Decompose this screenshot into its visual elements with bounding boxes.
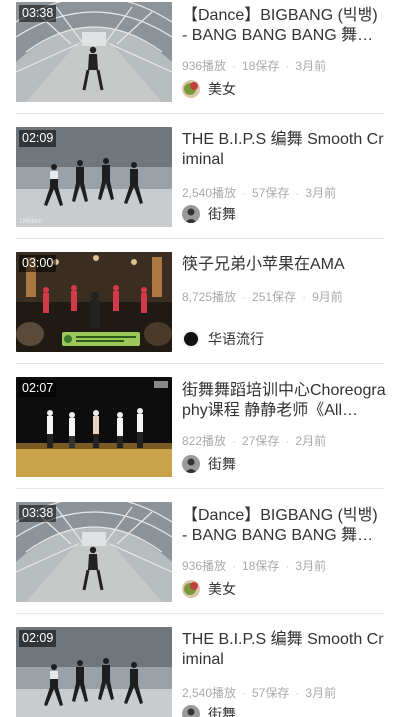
channel-name: 华语流行 [208,331,264,347]
channel-avatar [182,580,200,598]
channel-avatar [182,80,200,98]
separator-dot: · [232,434,237,448]
separator-dot: · [242,290,247,304]
duration-badge: 03:38 [19,505,57,522]
divider [16,238,384,239]
channel-link[interactable]: 街舞 [182,704,236,717]
svg-text:1Million: 1Million [19,218,42,225]
channel-avatar [182,705,200,717]
video-stats: 8,725播放 · 251保存 · 9月前 [182,288,343,305]
channel-link[interactable]: 街舞 [182,204,236,224]
video-thumbnail[interactable]: 02:07 [16,377,172,477]
channel-name: 街舞 [208,456,236,472]
video-stats: 822播放 · 27保存 · 2月前 [182,432,326,449]
duration-badge: 02:09 [19,630,57,647]
separator-dot: · [285,59,290,73]
video-stats: 936播放 · 18保存 · 3月前 [182,557,326,574]
duration-badge: 02:07 [19,380,57,397]
save-count: 57保存 [252,686,290,700]
view-count: 2,540播放 [182,186,237,200]
video-item[interactable]: 03:38 【Dance】BIGBANG (빅뱅) - BANG BANG BA… [0,0,400,125]
channel-link[interactable]: 美女 [182,579,236,599]
channel-link[interactable]: 街舞 [182,454,236,474]
channel-name: 美女 [208,81,236,97]
video-thumbnail[interactable]: 03:38 [16,2,172,102]
upload-age: 9月前 [312,290,343,304]
video-thumbnail[interactable]: 03:00 [16,252,172,352]
upload-age: 3月前 [305,186,337,200]
channel-avatar [182,205,200,223]
view-count: 936播放 [182,559,227,573]
separator-dot: · [232,59,237,73]
save-count: 18保存 [242,59,280,73]
video-item[interactable]: 02:09 THE B.I.P.S 编舞 Smooth Criminal 2,5… [0,625,400,717]
video-title[interactable]: 街舞舞蹈培训中心Choreography课程 静静老师《All… [182,381,387,421]
view-count: 822播放 [182,434,227,448]
divider [16,113,384,114]
separator-dot: · [285,559,290,573]
channel-link[interactable]: 华语流行 [182,329,264,349]
video-stats: 2,540播放 · 57保存 · 3月前 [182,184,336,201]
divider [16,488,384,489]
video-title[interactable]: 【Dance】BIGBANG (빅뱅) - BANG BANG BANG 舞… [182,6,387,46]
divider [16,363,384,364]
separator-dot: · [295,186,300,200]
channel-name: 街舞 [208,706,236,717]
duration-badge: 03:00 [19,255,57,272]
divider [16,613,384,614]
view-count: 8,725播放 [182,290,237,304]
upload-age: 3月前 [295,559,327,573]
video-item[interactable]: 03:38 【Dance】BIGBANG (빅뱅) - BANG BANG BA… [0,500,400,625]
video-item[interactable]: 03:00 筷子兄弟小苹果在AMA 8,725播放 · 251保存 · 9月前 华语流行 [0,250,400,375]
video-title[interactable]: THE B.I.P.S 编舞 Smooth Criminal [182,630,387,670]
channel-name: 美女 [208,581,236,597]
channel-name: 街舞 [208,206,236,222]
separator-dot: · [232,559,237,573]
upload-age: 2月前 [295,434,327,448]
separator-dot: · [302,290,307,304]
video-item[interactable]: 1Million 02:09 THE B.I.P.S 编舞 Smooth Cri… [0,125,400,250]
video-title[interactable]: 筷子兄弟小苹果在AMA [182,255,387,275]
video-item[interactable]: 02:07 街舞舞蹈培训中心Choreography课程 静静老师《All… 8… [0,375,400,500]
duration-badge: 03:38 [19,5,57,22]
channel-link[interactable]: 美女 [182,79,236,99]
separator-dot: · [242,686,247,700]
separator-dot: · [285,434,290,448]
channel-avatar [182,330,200,348]
view-count: 936播放 [182,59,227,73]
upload-age: 3月前 [295,59,327,73]
separator-dot: · [295,686,300,700]
video-title[interactable]: 【Dance】BIGBANG (빅뱅) - BANG BANG BANG 舞… [182,506,387,546]
save-count: 27保存 [242,434,280,448]
save-count: 18保存 [242,559,280,573]
video-thumbnail[interactable]: 02:09 [16,627,172,717]
save-count: 57保存 [252,186,290,200]
video-title[interactable]: THE B.I.P.S 编舞 Smooth Criminal [182,130,387,170]
duration-badge: 02:09 [19,130,57,147]
save-count: 251保存 [252,290,297,304]
channel-avatar [182,455,200,473]
view-count: 2,540播放 [182,686,237,700]
video-stats: 936播放 · 18保存 · 3月前 [182,57,326,74]
video-stats: 2,540播放 · 57保存 · 3月前 [182,684,336,701]
video-thumbnail[interactable]: 1Million 02:09 [16,127,172,227]
separator-dot: · [242,186,247,200]
video-thumbnail[interactable]: 03:38 [16,502,172,602]
upload-age: 3月前 [305,686,337,700]
